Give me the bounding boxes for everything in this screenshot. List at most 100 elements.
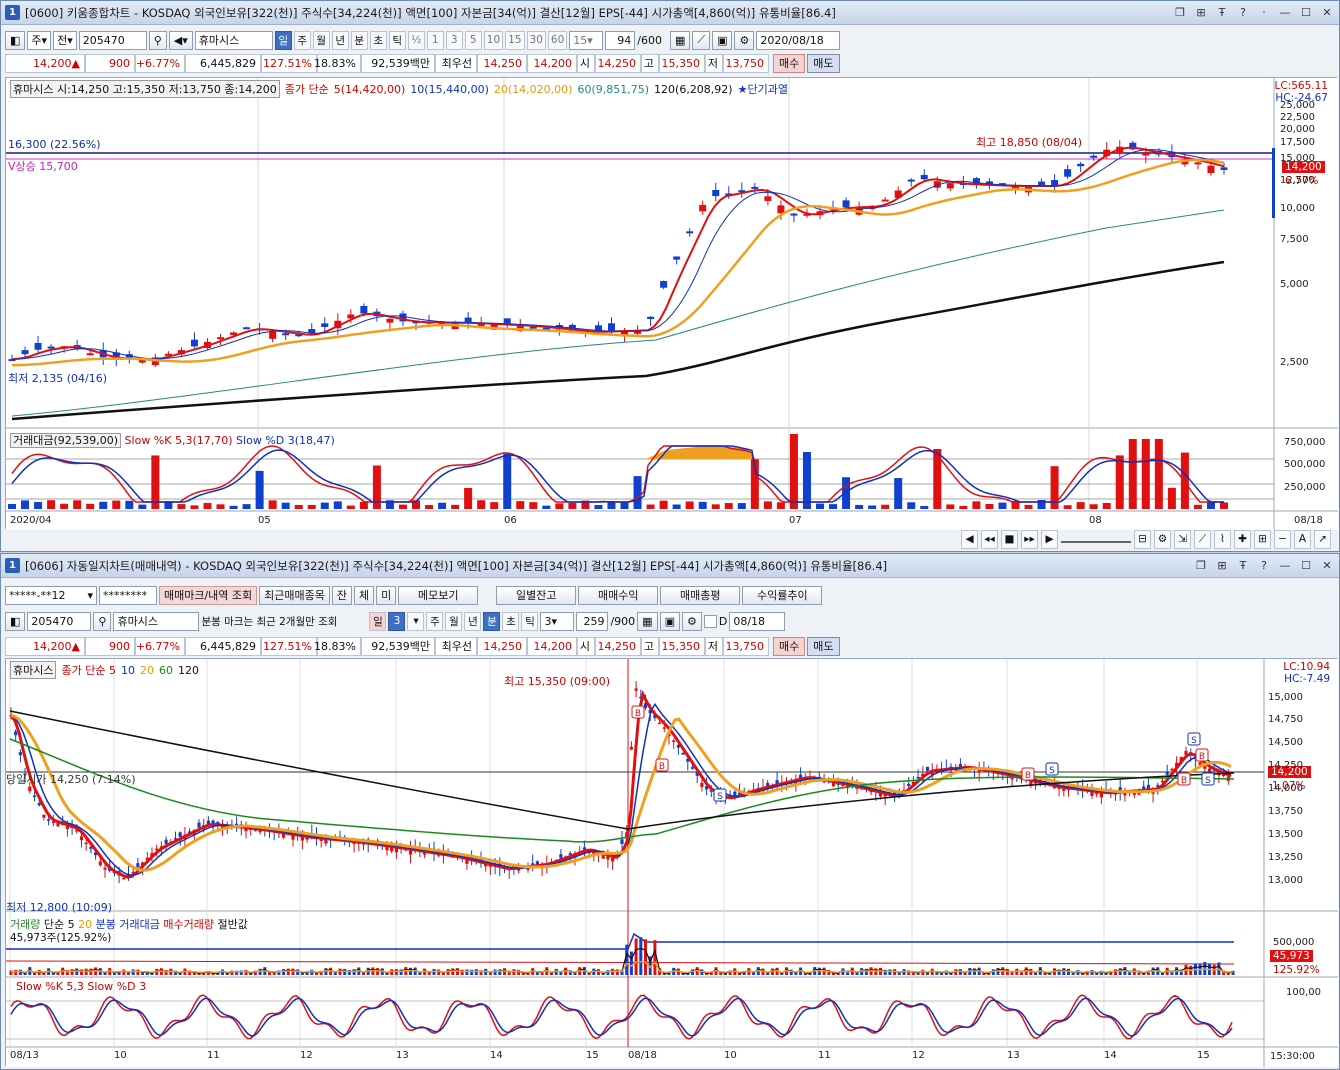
- date-input-2[interactable]: 08/18: [729, 611, 786, 631]
- search-icon[interactable]: ⚲: [93, 611, 112, 631]
- line-icon[interactable]: ⟋: [1194, 529, 1211, 549]
- help-icon[interactable]: ?: [1235, 4, 1251, 20]
- minute-select[interactable]: 3: [388, 611, 406, 631]
- period-minute[interactable]: 분: [483, 611, 501, 631]
- sell-button[interactable]: 매도: [807, 636, 840, 656]
- minimize-icon[interactable]: —: [1277, 557, 1293, 573]
- save-icon[interactable]: ▣: [712, 30, 733, 50]
- date-checkbox[interactable]: [703, 614, 717, 628]
- maximize-icon[interactable]: ☐: [1298, 557, 1314, 573]
- interval-5[interactable]: 5: [464, 30, 482, 50]
- buy-button[interactable]: 매수: [773, 636, 806, 656]
- mark-icon[interactable]: ⌇: [1214, 529, 1231, 549]
- arrow-icon[interactable]: ↗: [1314, 529, 1331, 549]
- save-icon[interactable]: ▣: [659, 611, 680, 631]
- dropdown-icon[interactable]: ▾: [407, 611, 425, 631]
- pin-icon[interactable]: ⊞: [1193, 4, 1209, 20]
- period-second[interactable]: 초: [502, 611, 520, 631]
- interval-10[interactable]: 10: [483, 30, 504, 50]
- period-week[interactable]: 주: [426, 611, 444, 631]
- period-day[interactable]: 일: [274, 30, 292, 50]
- close-icon[interactable]: ✕: [1319, 4, 1335, 20]
- password-field[interactable]: ********: [99, 585, 157, 605]
- draw-icon[interactable]: ⟋: [692, 30, 711, 50]
- settings-icon[interactable]: ⚙: [681, 611, 702, 631]
- interval-30[interactable]: 30: [526, 30, 546, 50]
- count-input[interactable]: 94: [605, 30, 636, 50]
- code-input-2[interactable]: 205470: [27, 611, 92, 631]
- settings2-icon[interactable]: ⚙: [1154, 529, 1171, 549]
- y-tick-label: 13,000: [1268, 875, 1303, 886]
- scroll-left-icon[interactable]: ◀: [961, 529, 978, 549]
- trade-profit-button[interactable]: 매매수익: [578, 585, 659, 605]
- interval-select[interactable]: 15 ▾: [569, 30, 604, 50]
- layout-icon[interactable]: ◧: [5, 30, 26, 50]
- pending-button[interactable]: 미: [376, 585, 397, 605]
- interval-3[interactable]: 3: [445, 30, 463, 50]
- stop-icon[interactable]: ■: [1001, 529, 1018, 549]
- zoom-out-icon[interactable]: ⊟: [1134, 529, 1151, 549]
- step-left-icon[interactable]: ◂◂: [981, 529, 998, 549]
- trade-review-button[interactable]: 매매총평: [660, 585, 741, 605]
- pin-icon[interactable]: ⊞: [1214, 557, 1230, 573]
- buy-button[interactable]: 매수: [773, 53, 806, 73]
- interval-15[interactable]: 15: [505, 30, 525, 50]
- tools-icon[interactable]: ▦: [669, 30, 691, 50]
- executed-button[interactable]: 체: [354, 585, 375, 605]
- period-month[interactable]: 월: [445, 611, 463, 631]
- period-minute[interactable]: 분: [350, 30, 368, 50]
- return-trend-button[interactable]: 수익률추이: [742, 585, 823, 605]
- period-year[interactable]: 년: [331, 30, 349, 50]
- count-input-2[interactable]: 259: [576, 611, 609, 631]
- stock-name-field-2[interactable]: 휴마시스: [113, 611, 200, 631]
- tools-icon[interactable]: ▦: [637, 611, 658, 631]
- minus-icon[interactable]: −: [1274, 529, 1291, 549]
- settings-icon[interactable]: ⚙: [734, 30, 755, 50]
- period-week[interactable]: 주: [293, 30, 311, 50]
- interval-1[interactable]: 1: [426, 30, 444, 50]
- restore-icon[interactable]: ❐: [1172, 4, 1188, 20]
- period-tick[interactable]: 틱: [388, 30, 406, 50]
- account-select[interactable]: *****-**12 ▾: [5, 585, 97, 605]
- search-icon[interactable]: ⚲: [148, 30, 167, 50]
- period-month[interactable]: 월: [312, 30, 330, 50]
- daily-balance-button[interactable]: 일별잔고: [496, 585, 577, 605]
- code-input[interactable]: 205470: [78, 30, 147, 50]
- period-second[interactable]: 초: [369, 30, 387, 50]
- zoom-in-icon[interactable]: ⊞: [1254, 529, 1271, 549]
- font-size-icon[interactable]: A: [1294, 529, 1311, 549]
- minimize-icon[interactable]: —: [1277, 4, 1293, 20]
- half-button[interactable]: ½: [407, 30, 425, 50]
- trade-mark-button[interactable]: 매매마크/내역 조회: [159, 585, 258, 605]
- stock-name-field[interactable]: 휴마시스: [194, 30, 273, 50]
- options-icon[interactable]: ·: [1256, 4, 1272, 20]
- drag-icon[interactable]: ⇲: [1174, 529, 1191, 549]
- font-icon[interactable]: Ŧ: [1214, 4, 1230, 20]
- maximize-icon[interactable]: ☐: [1298, 4, 1314, 20]
- scroll-right-icon[interactable]: ▶: [1041, 529, 1058, 549]
- scroll-bar[interactable]: ◀ ◂◂ ■ ▸▸ ▶ ⊟ ⚙ ⇲ ⟋ ⌇ ✚ ⊞ − A ↗: [1, 529, 1339, 549]
- period-year[interactable]: 년: [464, 611, 482, 631]
- period-day[interactable]: 일: [369, 611, 387, 631]
- help-icon[interactable]: ?: [1256, 557, 1272, 573]
- layout-icon[interactable]: ◧: [5, 611, 26, 631]
- interval-60[interactable]: 60: [547, 30, 568, 50]
- tick-select[interactable]: 3 ▾: [540, 611, 575, 631]
- restore-icon[interactable]: ❐: [1193, 557, 1209, 573]
- balance-button[interactable]: 잔: [331, 585, 353, 605]
- daily-chart-area[interactable]: 휴마시스 시:14,250 고:15,350 저:13,750 종:14,200…: [5, 77, 1338, 530]
- recent-trades-button[interactable]: 최근매매종목: [259, 585, 330, 605]
- mode-select[interactable]: 주 ▾: [27, 30, 52, 50]
- market-select[interactable]: 전 ▾: [53, 30, 77, 50]
- font-icon[interactable]: Ŧ: [1235, 557, 1251, 573]
- period-tick[interactable]: 틱: [521, 611, 539, 631]
- sell-button[interactable]: 매도: [807, 53, 840, 73]
- memo-button[interactable]: 메모보기: [398, 585, 479, 605]
- close-icon[interactable]: ✕: [1319, 557, 1335, 573]
- date-input[interactable]: 2020/08/18: [756, 30, 841, 50]
- sound-icon[interactable]: ◀▾: [168, 30, 193, 50]
- cross-icon[interactable]: ✚: [1234, 529, 1251, 549]
- step-right-icon[interactable]: ▸▸: [1021, 529, 1038, 549]
- zoom-slider[interactable]: [1061, 535, 1131, 543]
- minute-chart-area[interactable]: BBSBSBSBS 휴마시스 종가 단순 5 10 20 60 120 LC:1…: [5, 658, 1338, 1067]
